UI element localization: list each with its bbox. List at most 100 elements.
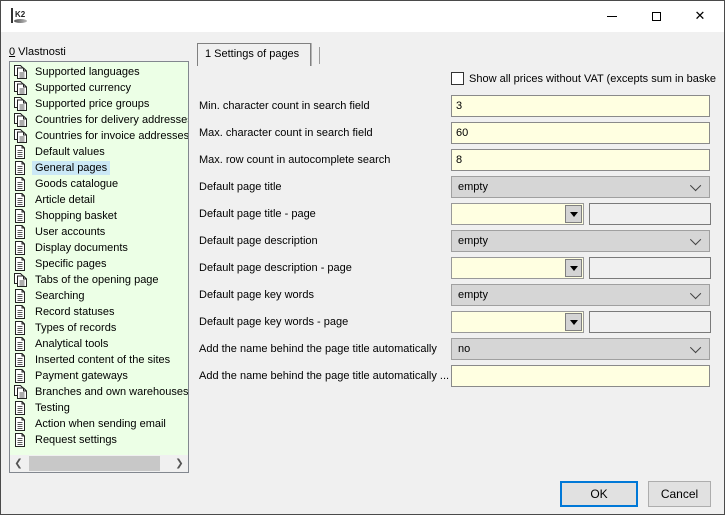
dropdown-button[interactable] (565, 259, 582, 277)
properties-list[interactable]: Supported languages Supported currency S… (10, 62, 188, 455)
list-item[interactable]: User accounts (10, 224, 188, 240)
documents-icon (13, 65, 27, 79)
page-input[interactable] (589, 203, 711, 225)
page-combobox[interactable] (451, 311, 584, 333)
list-item[interactable]: Countries for delivery addresses (10, 112, 188, 128)
selected-value: empty (458, 289, 693, 301)
document-icon (13, 433, 27, 447)
document-icon (13, 257, 27, 271)
list-item[interactable]: Testing (10, 400, 188, 416)
list-item[interactable]: Payment gateways (10, 368, 188, 384)
scrollbar-thumb[interactable] (29, 456, 160, 471)
scroll-right-icon[interactable]: ❯ (171, 455, 188, 472)
list-item[interactable]: Inserted content of the sites (10, 352, 188, 368)
list-item[interactable]: Request settings (10, 432, 188, 448)
document-icon (13, 225, 27, 239)
text-input[interactable] (451, 122, 710, 144)
list-item[interactable]: Searching (10, 288, 188, 304)
document-icon (13, 241, 27, 255)
ok-button[interactable]: OK (560, 481, 638, 507)
list-item[interactable]: Shopping basket (10, 208, 188, 224)
maximize-button[interactable] (634, 1, 678, 31)
dropdown-button[interactable] (565, 313, 582, 331)
field-label: Min. character count in search field (199, 95, 451, 117)
document-icon (13, 401, 27, 415)
field-label: Default page description (199, 230, 451, 252)
list-item-label: Analytical tools (32, 337, 111, 351)
text-input[interactable] (451, 149, 710, 171)
list-item[interactable]: Supported currency (10, 80, 188, 96)
text-input[interactable] (451, 365, 710, 387)
list-item[interactable]: Analytical tools (10, 336, 188, 352)
list-item[interactable]: Branches and own warehouses (10, 384, 188, 400)
list-item-label: Types of records (32, 321, 119, 335)
tab-settings-of-pages[interactable]: 1 Settings of pages (197, 43, 311, 66)
form-row: Add the name behind the page title autom… (199, 338, 711, 360)
documents-icon (13, 129, 27, 143)
list-item[interactable]: Supported languages (10, 64, 188, 80)
show-prices-without-vat-checkbox[interactable] (451, 72, 464, 85)
list-item[interactable]: Types of records (10, 320, 188, 336)
list-item[interactable]: Tabs of the opening page (10, 272, 188, 288)
field-label: Default page title - page (199, 203, 451, 225)
document-icon (13, 353, 27, 367)
dropdown-select[interactable]: empty (451, 284, 710, 306)
cancel-button[interactable]: Cancel (648, 481, 711, 507)
page-combobox[interactable] (451, 203, 584, 225)
list-item[interactable]: Countries for invoice addresses (10, 128, 188, 144)
list-item-label: Supported languages (32, 65, 143, 79)
list-item-label: Action when sending email (32, 417, 169, 431)
list-item[interactable]: Specific pages (10, 256, 188, 272)
list-item-label: Default values (32, 145, 108, 159)
list-item[interactable]: Display documents (10, 240, 188, 256)
list-item[interactable]: Article detail (10, 192, 188, 208)
list-item-label: Supported currency (32, 81, 134, 95)
tab-divider (319, 47, 320, 64)
dropdown-select[interactable]: empty (451, 230, 710, 252)
minimize-icon (607, 16, 617, 17)
list-item-label: User accounts (32, 225, 108, 239)
list-item-label: Specific pages (32, 257, 110, 271)
window-controls: ✕ (590, 1, 722, 31)
list-item[interactable]: Default values (10, 144, 188, 160)
dropdown-button[interactable] (565, 205, 582, 223)
list-item-label: Record statuses (32, 305, 117, 319)
settings-dialog-window: K2 ✕ 0 Vlastnosti Supported languages (0, 0, 725, 515)
documents-icon (13, 81, 27, 95)
list-item[interactable]: Goods catalogue (10, 176, 188, 192)
dropdown-select[interactable]: empty (451, 176, 710, 198)
field-label: Default page key words (199, 284, 451, 306)
dropdown-arrow-icon (570, 212, 578, 217)
document-icon (13, 177, 27, 191)
horizontal-scrollbar[interactable]: ❮ ❯ (10, 455, 188, 472)
document-icon (13, 145, 27, 159)
combobox-value[interactable] (452, 258, 564, 278)
list-item[interactable]: Action when sending email (10, 416, 188, 432)
list-item[interactable]: Supported price groups (10, 96, 188, 112)
combobox-value[interactable] (452, 312, 564, 332)
field-label: Max. row count in autocomplete search (199, 149, 451, 171)
form-row: Max. character count in search field (199, 122, 711, 144)
minimize-button[interactable] (590, 1, 634, 31)
dropdown-arrow-icon (570, 266, 578, 271)
close-icon: ✕ (695, 10, 706, 23)
page-input[interactable] (589, 311, 711, 333)
list-item-label: Testing (32, 401, 73, 415)
field-label: Max. character count in search field (199, 122, 451, 144)
list-item[interactable]: Record statuses (10, 304, 188, 320)
list-item-label: Countries for delivery addresses (32, 113, 188, 127)
combobox-value[interactable] (452, 204, 564, 224)
scroll-left-icon[interactable]: ❮ (10, 455, 27, 472)
dropdown-select[interactable]: no (451, 338, 710, 360)
list-item-label: Shopping basket (32, 209, 120, 223)
list-item-label: Inserted content of the sites (32, 353, 173, 367)
document-icon (13, 369, 27, 383)
page-combobox[interactable] (451, 257, 584, 279)
text-input[interactable] (451, 95, 710, 117)
title-bar: K2 ✕ (1, 1, 724, 32)
list-item[interactable]: General pages (10, 160, 188, 176)
close-button[interactable]: ✕ (678, 1, 722, 31)
form-row: Max. row count in autocomplete search (199, 149, 711, 171)
page-input[interactable] (589, 257, 711, 279)
documents-icon (13, 97, 27, 111)
